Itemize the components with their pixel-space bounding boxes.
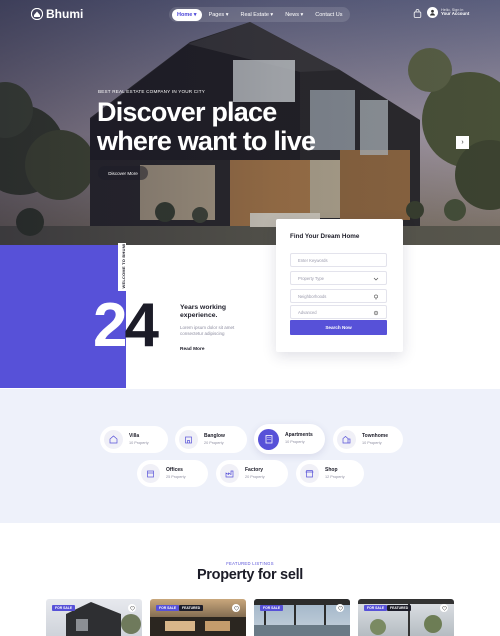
property-type-select[interactable]: Property Type [290,271,387,285]
category-name: Villa [129,432,140,439]
category-name: Shop [325,466,338,473]
brand-name: Bhumi [46,7,84,21]
neighborhoods-select[interactable]: Neighborhoods [290,289,387,303]
read-more-link[interactable]: Read More [180,347,205,352]
category-villa[interactable]: Villa 10 Property [100,426,168,453]
account-greeting: Hello, Sign in [441,7,464,12]
category-banglow[interactable]: Banglow 20 Property [175,426,247,453]
search-now-button[interactable]: Search Now [290,320,387,335]
villa-icon [104,430,123,449]
search-title: Find Your Dream Home [290,233,360,240]
menu-item-news[interactable]: News ▾ [280,9,308,21]
heart-icon[interactable] [232,604,240,612]
welcome-text: WELCOME TO BHUMI [120,243,126,289]
search-card: Find Your Dream Home Enter Keywords Prop… [276,219,403,352]
account-link[interactable]: Hello, Sign in Your Account [427,7,469,18]
property-type-label: Property Type [298,275,324,281]
location-icon [374,294,378,300]
category-count: 12 Property [325,474,345,479]
property-card-3[interactable]: FOR SALE [254,599,350,636]
category-name: Townhome [362,432,389,439]
next-slide-button[interactable]: › [456,136,469,149]
hero-title: Discover place where want to live [97,97,316,156]
categories-section: Villa 10 Property Banglow 20 Property Apar… [0,389,500,523]
menu-item-real-estate[interactable]: Real Estate ▾ [235,9,278,21]
keywords-input[interactable]: Enter Keywords [290,253,387,267]
user-icon [427,7,438,18]
years-number: 24 [93,295,159,357]
bag-icon[interactable] [413,9,422,18]
category-name: Factory [245,466,264,473]
settings-icon [373,310,379,316]
top-nav: Bhumi Home ▾ Pages ▾ Real Estate ▾ News … [0,6,500,24]
advanced-toggle[interactable]: Advanced [290,305,387,319]
for-sale-tag: FOR SALE [260,605,284,611]
years-digit-2: 4 [124,291,159,360]
property-card-1[interactable]: FOR SALE [46,599,142,636]
townhome-icon [337,430,356,449]
hero-eyebrow: BEST REAL ESTATE COMPANY IN YOUR CITY [98,89,206,94]
for-sale-tag: FOR SALE [364,605,388,611]
featured-tag: FEATURED [387,605,412,611]
category-count: 25 Property [166,474,186,479]
chevron-down-icon [373,277,379,281]
category-count: 20 Property [245,474,265,479]
category-offices[interactable]: Offices 25 Property [137,460,208,487]
category-apartments[interactable]: Apartments 10 Property [254,424,325,454]
category-count: 20 Property [204,440,224,445]
for-sale-tag: FOR SALE [156,605,180,611]
category-shop[interactable]: Shop 12 Property [296,460,364,487]
category-count: 10 Property [129,440,149,445]
shop-icon [300,464,319,483]
factory-icon [220,464,239,483]
menu-item-contact[interactable]: Contact Us [310,9,347,21]
years-digit-1: 2 [93,291,128,360]
office-icon [141,464,160,483]
category-name: Apartments [285,432,313,439]
menu-item-pages[interactable]: Pages ▾ [204,9,234,21]
category-townhome[interactable]: Townhome 10 Property [333,426,403,453]
house-logo-icon [31,8,43,20]
category-name: Banglow [204,432,225,439]
advanced-label: Advanced [298,309,317,315]
years-headline: Years working experience. [180,304,227,319]
property-card-4[interactable]: FOR SALE FEATURED [358,599,454,636]
discover-more-button[interactable]: Discover More [98,166,148,180]
menu-item-home[interactable]: Home ▾ [172,8,202,21]
apartment-icon [258,428,279,450]
heart-icon[interactable] [336,604,344,612]
heart-icon[interactable] [128,604,136,612]
heart-icon[interactable] [440,604,448,612]
category-name: Offices [166,466,183,473]
category-factory[interactable]: Factory 20 Property [216,460,288,487]
chevron-right-icon: › [461,139,464,146]
welcome-vertical-label: WELCOME TO BHUMI [118,243,126,291]
featured-tag: FEATURED [179,605,204,611]
logo[interactable]: Bhumi [31,7,83,21]
banglow-icon [179,430,198,449]
category-count: 10 Property [285,440,305,445]
main-menu: Home ▾ Pages ▾ Real Estate ▾ News ▾ Cont… [169,7,351,22]
listings-title: Property for sell [196,567,304,583]
listings-eyebrow: FEATURED LISTINGS [226,561,274,566]
property-card-2[interactable]: FOR SALE FEATURED [150,599,246,636]
category-count: 10 Property [362,440,382,445]
neighborhoods-label: Neighborhoods [298,293,327,299]
hero-section: Bhumi Home ▾ Pages ▾ Real Estate ▾ News … [0,0,500,245]
years-description: Lorem ipsum dolor sit amet consectetur a… [180,325,235,336]
for-sale-tag: FOR SALE [52,605,76,611]
account-label: Your Account [441,11,470,17]
